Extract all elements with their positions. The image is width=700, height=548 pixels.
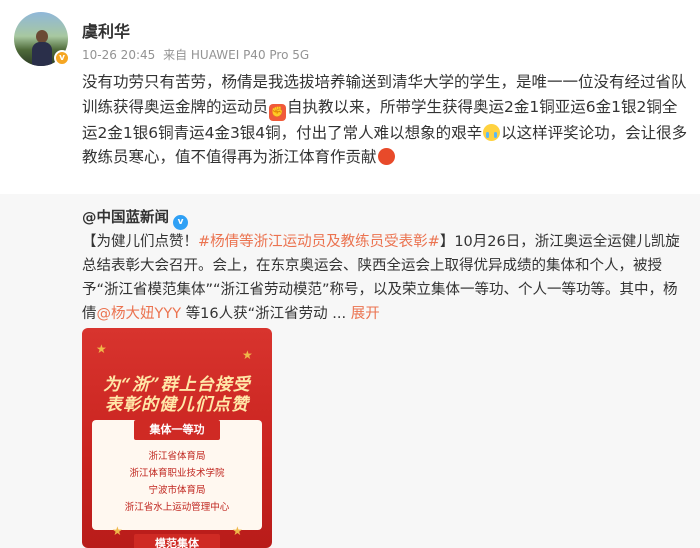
verified-badge-icon: v: [54, 50, 70, 66]
expand-link[interactable]: 展开: [351, 306, 380, 322]
mention-link[interactable]: @杨大妞YYY: [97, 306, 182, 322]
post-meta: 10-26 20:45 来自 HUAWEI P40 Pro 5G: [82, 46, 313, 63]
post-header: v 虞利华 10-26 20:45 来自 HUAWEI P40 Pro 5G: [0, 0, 700, 68]
repost-ellipsis: ...: [327, 306, 351, 322]
repost-verified-icon: v: [173, 215, 188, 230]
poster-award-item: 浙江省体育局: [148, 451, 206, 462]
poster-title-line2: 表彰的健儿们点赞: [105, 395, 249, 415]
poster-award-item: 浙江省水上运动管理中心: [124, 502, 230, 513]
poster-image[interactable]: ★ ★ 为“浙”群上台接受 表彰的健儿们点赞 集体一等功 浙江省体育局 浙江体育…: [82, 328, 272, 548]
repost-text-part2: 等16人获“浙江省劳动: [185, 306, 328, 322]
post-text: 没有功劳只有苦劳，杨倩是我选拔培养输送到清华大学的学生，是唯一一位没有经过省队训…: [82, 70, 690, 170]
hashtag-link[interactable]: #杨倩等浙江运动员及教练员受表彰#: [198, 234, 440, 250]
post-source: 来自 HUAWEI P40 Pro 5G: [163, 48, 310, 62]
poster-award-item: 浙江体育职业技术学院: [129, 468, 225, 479]
repost-text: 【为健儿们点赞！#杨倩等浙江运动员及教练员受表彰#】10月26日，浙江奥运全运健…: [82, 230, 690, 326]
repost-author[interactable]: @中国蓝新闻 v: [82, 206, 188, 230]
repost-card[interactable]: @中国蓝新闻 v 【为健儿们点赞！#杨倩等浙江运动员及教练员受表彰#】10月26日…: [0, 194, 700, 548]
username[interactable]: 虞利华: [82, 18, 130, 42]
crying-emoji-icon: [483, 123, 501, 141]
poster-award-item: 宁波市体育局: [148, 485, 206, 496]
avatar-person-image: [32, 30, 52, 66]
star-icon: ★: [112, 524, 123, 538]
star-icon: ★: [242, 348, 253, 362]
repost-author-name[interactable]: @中国蓝新闻: [82, 210, 169, 226]
star-icon: ★: [96, 342, 107, 356]
fist-emoji-icon: ✊: [269, 103, 287, 121]
poster-section-title-2: 模范集体: [134, 534, 220, 548]
repost-bracket-title: 【为健儿们点赞！: [82, 234, 198, 250]
star-icon: ★: [232, 524, 243, 538]
angry-emoji-icon: [377, 148, 395, 165]
repost-bracket-close: 】: [439, 234, 455, 250]
post-timestamp[interactable]: 10-26 20:45: [82, 48, 155, 62]
poster-section-title: 集体一等功: [134, 420, 220, 440]
